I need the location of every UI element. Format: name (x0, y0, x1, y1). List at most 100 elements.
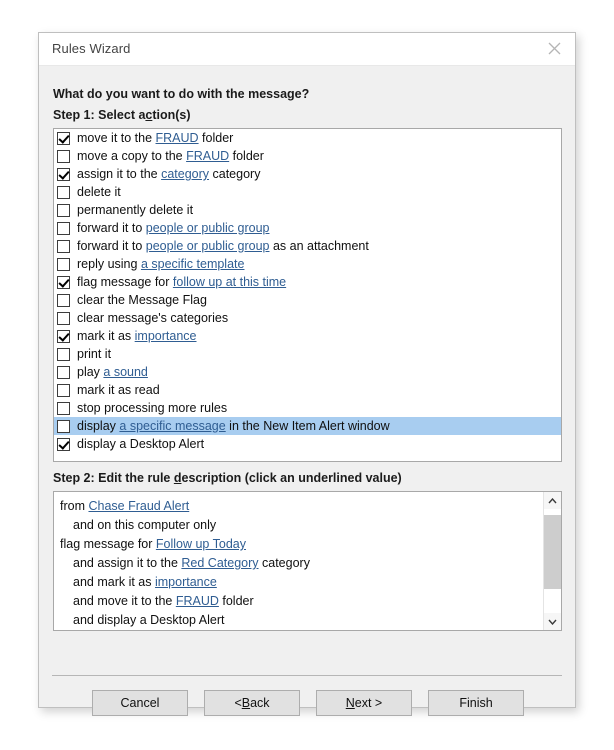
chevron-down-icon[interactable] (544, 613, 561, 630)
action-list-item[interactable]: delete it (54, 183, 561, 201)
button-label-post: ack (250, 696, 270, 710)
checkbox-unchecked-icon[interactable] (57, 365, 70, 379)
action-list-item[interactable]: forward it to people or public group (54, 219, 561, 237)
action-list-item[interactable]: print it (54, 345, 561, 363)
text-segment: print it (77, 347, 112, 361)
checkbox-unchecked-icon[interactable] (57, 185, 70, 199)
close-icon[interactable] (533, 33, 575, 64)
rule-value-link[interactable]: people or public group (146, 239, 270, 253)
action-list-item[interactable]: play a sound (54, 363, 561, 381)
rule-value-link[interactable]: Chase Fraud Alert (88, 499, 189, 513)
rule-value-link[interactable]: importance (135, 329, 197, 343)
action-label: flag message for follow up at this time (77, 275, 286, 289)
text-segment: stop processing more rules (77, 401, 228, 415)
step1-label-post: tion(s) (152, 108, 191, 122)
rule-value-link[interactable]: a specific message (119, 419, 225, 433)
text-segment: forward it to (77, 239, 146, 253)
action-list-item[interactable]: forward it to people or public group as … (54, 237, 561, 255)
checkbox-unchecked-icon[interactable] (57, 149, 70, 163)
rule-description-box[interactable]: from Chase Fraud Alert and on this comput… (53, 491, 562, 631)
finish-button[interactable]: Finish (428, 690, 524, 716)
rule-value-link[interactable]: follow up at this time (173, 275, 286, 289)
rule-description-line: and move it to the FRAUD folder (60, 592, 539, 611)
text-segment: assign it to the (77, 167, 162, 181)
checkbox-checked-icon[interactable] (57, 437, 70, 451)
checkbox-unchecked-icon[interactable] (57, 257, 70, 271)
text-segment: mark it as read (77, 383, 160, 397)
rule-value-link[interactable]: a specific template (141, 257, 245, 271)
button-label: Cancel (120, 696, 160, 710)
text-segment: flag message for (60, 537, 156, 551)
checkbox-unchecked-icon[interactable] (57, 203, 70, 217)
checkbox-unchecked-icon[interactable] (57, 383, 70, 397)
rule-value-link[interactable]: importance (155, 575, 217, 589)
checkbox-checked-icon[interactable] (57, 131, 70, 145)
rule-value-link[interactable]: FRAUD (176, 594, 219, 608)
action-list-item[interactable]: assign it to the category category (54, 165, 561, 183)
action-list-item[interactable]: mark it as importance (54, 327, 561, 345)
text-segment: and assign it to the (73, 556, 182, 570)
text-segment: move a copy to the (77, 149, 187, 163)
action-list-item[interactable]: reply using a specific template (54, 255, 561, 273)
action-list-item[interactable]: move a copy to the FRAUD folder (54, 147, 561, 165)
text-segment: display a Desktop Alert (77, 437, 205, 451)
button-label: < (234, 696, 242, 710)
rule-value-link[interactable]: FRAUD (186, 149, 229, 163)
action-list-item[interactable]: clear message's categories (54, 309, 561, 327)
button-accelerator: B (241, 696, 251, 710)
rule-value-link[interactable]: Red Category (181, 556, 258, 570)
text-segment: folder (198, 131, 234, 145)
action-label: display a Desktop Alert (77, 437, 204, 451)
rule-value-link[interactable]: Follow up Today (156, 537, 246, 551)
checkbox-unchecked-icon[interactable] (57, 293, 70, 307)
text-segment: mark it as (77, 329, 135, 343)
checkbox-unchecked-icon[interactable] (57, 311, 70, 325)
next-button[interactable]: Next > (316, 690, 412, 716)
scrollbar-track[interactable] (544, 509, 561, 613)
action-label: forward it to people or public group as … (77, 239, 369, 253)
text-segment: from (60, 499, 89, 513)
text-segment: and move it to the (73, 594, 176, 608)
text-segment: folder (229, 149, 264, 163)
text-segment: reply using (77, 257, 141, 271)
action-list-item[interactable]: clear the Message Flag (54, 291, 561, 309)
rule-value-link[interactable]: FRAUD (156, 131, 199, 145)
text-segment: category (209, 167, 261, 181)
rule-value-link[interactable]: a sound (103, 365, 147, 379)
action-list-item[interactable]: permanently delete it (54, 201, 561, 219)
checkbox-unchecked-icon[interactable] (57, 401, 70, 415)
rule-value-link[interactable]: category (161, 167, 209, 181)
button-label: Finish (459, 696, 493, 710)
action-label: move it to the FRAUD folder (77, 131, 233, 145)
rule-description-line: from Chase Fraud Alert (60, 497, 539, 516)
rule-description-line: and display a Desktop Alert (60, 611, 539, 630)
window-title: Rules Wizard (52, 41, 131, 56)
checkbox-unchecked-icon[interactable] (57, 347, 70, 361)
action-list-item[interactable]: display a specific message in the New It… (54, 417, 561, 435)
text-segment: and on this computer only (73, 518, 217, 532)
description-scrollbar[interactable] (543, 492, 561, 630)
action-list-item[interactable]: move it to the FRAUD folder (54, 129, 561, 147)
checkbox-checked-icon[interactable] (57, 329, 70, 343)
text-segment: move it to the (77, 131, 156, 145)
rule-value-link[interactable]: people or public group (146, 221, 270, 235)
action-label: clear the Message Flag (77, 293, 207, 307)
action-list-item[interactable]: flag message for follow up at this time (54, 273, 561, 291)
checkbox-unchecked-icon[interactable] (57, 221, 70, 235)
actions-list[interactable]: move it to the FRAUD folder move a copy t… (53, 128, 562, 462)
cancel-button[interactable]: Cancel (92, 690, 188, 716)
checkbox-checked-icon[interactable] (57, 167, 70, 181)
rule-description-content[interactable]: from Chase Fraud Alert and on this comput… (54, 492, 543, 630)
checkbox-checked-icon[interactable] (57, 275, 70, 289)
action-list-item[interactable]: mark it as read (54, 381, 561, 399)
rule-description-line: flag message for Follow up Today (60, 535, 539, 554)
chevron-up-icon[interactable] (544, 492, 561, 509)
action-label: clear message's categories (77, 311, 228, 325)
action-list-item[interactable]: stop processing more rules (54, 399, 561, 417)
action-list-item[interactable]: display a Desktop Alert (54, 435, 561, 453)
checkbox-unchecked-icon[interactable] (57, 239, 70, 253)
back-button[interactable]: < Back (204, 690, 300, 716)
scrollbar-thumb[interactable] (544, 515, 561, 589)
button-label-post: ext > (354, 696, 383, 710)
checkbox-unchecked-icon[interactable] (57, 419, 70, 433)
